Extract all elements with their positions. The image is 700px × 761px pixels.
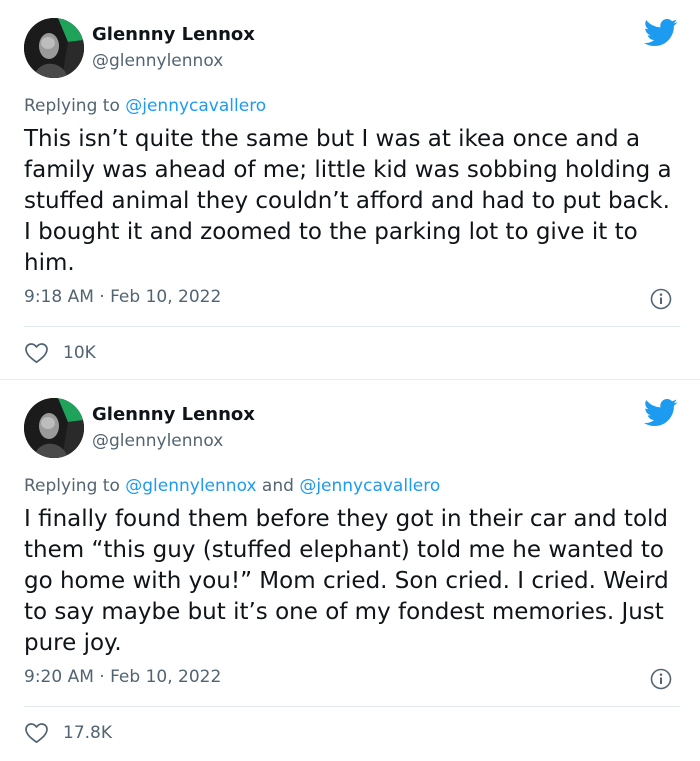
twitter-bird-icon[interactable] [644,18,678,48]
like-count: 17.8K [63,723,112,743]
heart-icon [25,343,48,364]
divider [24,706,680,707]
reply-prefix: Replying to [24,476,120,496]
display-name[interactable]: Glennny Lennox [92,24,255,45]
tweet-timestamp[interactable]: 9:18 AM · Feb 10, 2022 [24,287,221,307]
heart-icon [25,723,48,744]
mention-link[interactable]: @jennycavallero [299,476,440,496]
user-handle[interactable]: @glennylennox [92,431,223,451]
avatar[interactable] [24,398,84,458]
like-button[interactable]: 17.8K [24,722,112,744]
info-icon[interactable] [650,668,672,690]
divider [24,326,680,327]
reply-context: Replying to @jennycavallero [24,96,266,116]
reply-joiner: and [261,476,294,496]
like-count: 10K [63,343,96,363]
avatar[interactable] [24,18,84,78]
reply-context: Replying to @glennylennox and @jennycava… [24,476,440,496]
info-icon[interactable] [650,288,672,310]
tweet-card[interactable]: Glennny Lennox @glennylennox Replying to… [0,380,700,761]
tweet-card[interactable]: Glennny Lennox @glennylennox Replying to… [0,0,700,379]
tweet-timestamp[interactable]: 9:20 AM · Feb 10, 2022 [24,667,221,687]
twitter-bird-icon[interactable] [644,398,678,428]
user-handle[interactable]: @glennylennox [92,51,223,71]
like-button[interactable]: 10K [24,342,96,364]
tweet-text: This isn’t quite the same but I was at i… [24,126,672,276]
mention-link[interactable]: @glennylennox [125,476,256,496]
mention-link[interactable]: @jennycavallero [125,96,266,116]
display-name[interactable]: Glennny Lennox [92,404,255,425]
reply-prefix: Replying to [24,96,120,116]
tweet-text: I finally found them before they got in … [24,506,669,656]
